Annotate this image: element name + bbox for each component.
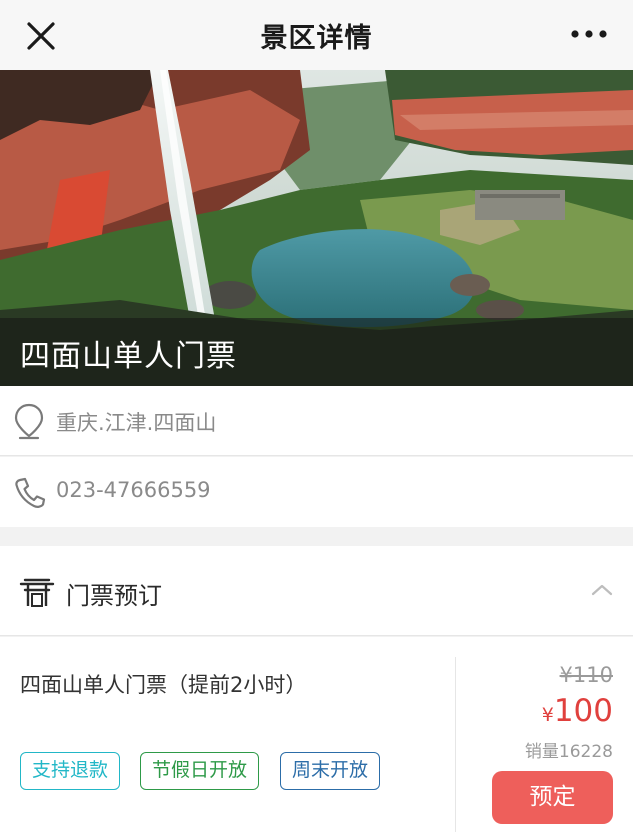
divider [455,657,456,832]
sales-count: 销量16228 [524,742,613,762]
book-button[interactable]: 预定 [492,771,613,824]
navbar: 景区详情 [0,0,633,70]
phone-text: 023-47666559 [56,478,211,502]
current-price: ¥100 [542,693,613,729]
section-label: 门票预订 [66,582,162,610]
address-row[interactable]: 重庆.江津.四面山 [0,386,633,456]
tag-holiday-open: 节假日开放 [140,752,260,790]
currency-symbol: ¥ [541,704,554,726]
ticket-item: 四面山单人门票（提前2小时） 支持退款 节假日开放 周末开放 ¥110 ¥100… [0,637,633,837]
tag-weekend-open: 周末开放 [280,752,381,790]
ticket-name: 四面山单人门票（提前2小时） [20,673,307,697]
more-icon[interactable] [569,22,609,46]
address-text: 重庆.江津.四面山 [56,411,217,435]
price-value: 100 [553,693,613,729]
chevron-up-icon[interactable] [589,580,615,600]
hero-title: 四面山单人门票 [20,339,237,374]
hero-caption: 四面山单人门票 [0,318,633,386]
original-price: ¥110 [559,663,613,687]
gate-icon [19,578,55,607]
hero-image: 四面山单人门票 [0,70,633,386]
phone-row[interactable]: 023-47666559 [0,457,633,527]
location-pin-icon [14,403,44,440]
tag-refund: 支持退款 [20,752,121,790]
phone-icon [15,477,46,508]
ticket-booking-header[interactable]: 门票预订 [0,546,633,636]
page-title: 景区详情 [260,23,373,54]
